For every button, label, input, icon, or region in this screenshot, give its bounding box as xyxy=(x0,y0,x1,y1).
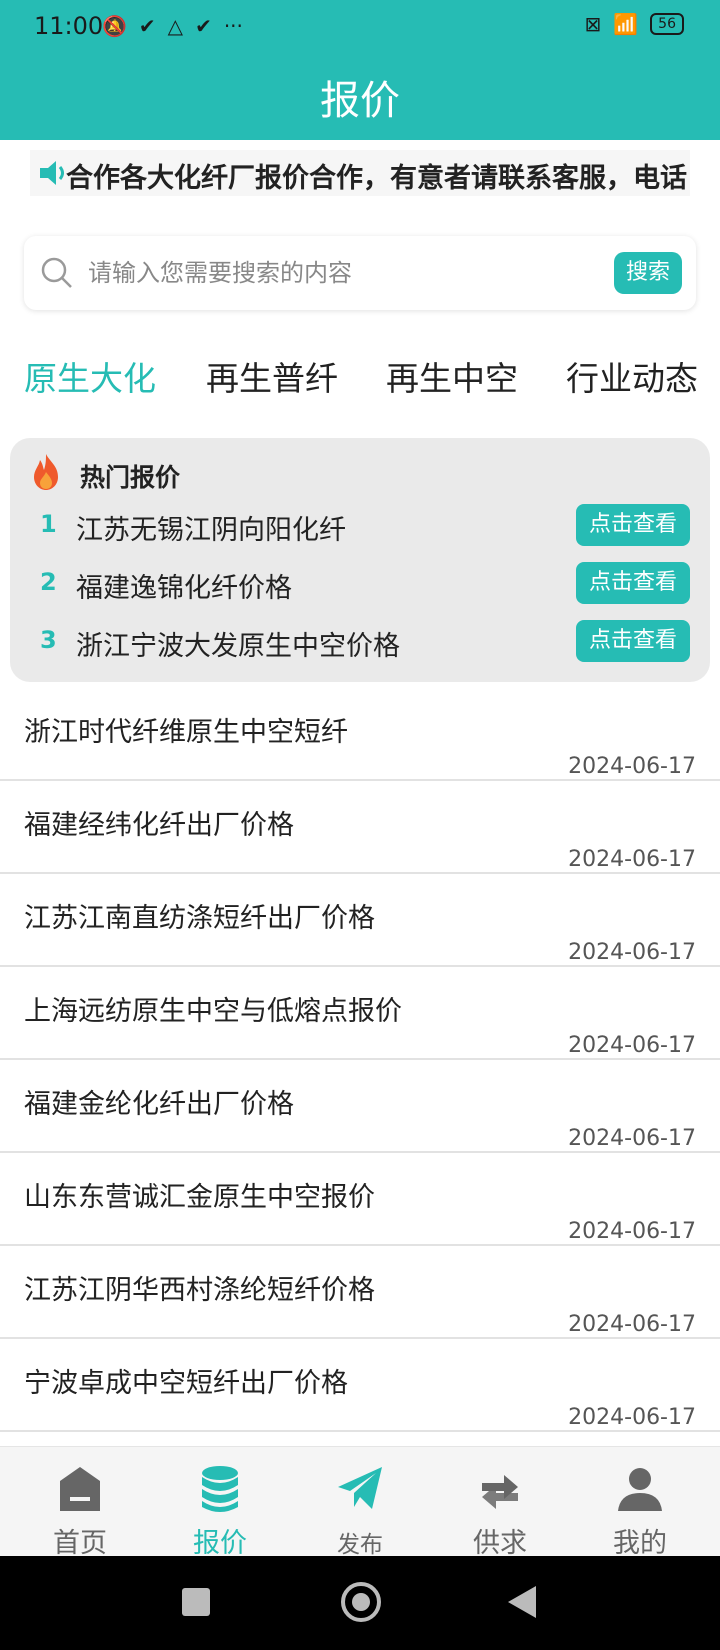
notice-text: 合作各大化纤厂报价合作，有意者请联系客服，电话 xyxy=(66,163,687,194)
hot-quote-row[interactable]: 2 福建逸锦化纤价格 点击查看 xyxy=(10,560,710,608)
page-title: 报价 xyxy=(320,78,400,124)
status-icons: 🔕 ✔ △ ✔ ··· xyxy=(102,12,243,40)
list-item[interactable]: 上海远纺原生中空与低熔点报价 2024-06-17 xyxy=(0,967,720,1060)
hot-quote-title: 浙江宁波大发原生中空价格 xyxy=(76,631,400,662)
list-item-title: 宁波卓成中空短纤出厂价格 xyxy=(24,1368,348,1399)
nav-profile-label: 我的 xyxy=(613,1528,667,1559)
user-icon xyxy=(618,1468,662,1511)
database-icon xyxy=(202,1466,238,1512)
list-item[interactable]: 江苏江南直纺涤短纤出厂价格 2024-06-17 xyxy=(0,874,720,967)
system-nav-bar xyxy=(0,1556,720,1650)
list-item-title: 江苏江阴华西村涤纶短纤价格 xyxy=(24,1275,375,1306)
hot-rank: 2 xyxy=(40,568,57,596)
list-item-title: 江苏江南直纺涤短纤出厂价格 xyxy=(24,903,375,934)
list-item-title: 山东东营诚汇金原生中空报价 xyxy=(24,1182,375,1213)
list-item-title: 福建经纬化纤出厂价格 xyxy=(24,810,294,841)
list-item[interactable]: 福建经纬化纤出厂价格 2024-06-17 xyxy=(0,781,720,874)
list-item-date: 2024-06-17 xyxy=(568,847,696,872)
nav-supply-demand[interactable]: 供求 xyxy=(428,1447,572,1559)
category-tabs: 原生大化 再生普纤 再生中空 行业动态 xyxy=(0,352,720,412)
home-button[interactable] xyxy=(341,1582,381,1622)
nav-quotes-label: 报价 xyxy=(193,1528,247,1559)
search-input[interactable] xyxy=(88,250,598,296)
tab-native[interactable]: 原生大化 xyxy=(24,352,156,400)
check-icon: ✔ xyxy=(138,14,156,38)
hot-quote-row[interactable]: 1 江苏无锡江阴向阳化纤 点击查看 xyxy=(10,502,710,550)
nav-publish[interactable]: 发布 xyxy=(288,1447,432,1558)
list-item-title: 福建金纶化纤出厂价格 xyxy=(24,1089,294,1120)
fire-icon xyxy=(34,454,58,490)
hot-quote-row[interactable]: 3 浙江宁波大发原生中空价格 点击查看 xyxy=(10,618,710,666)
nav-quotes[interactable]: 报价 xyxy=(148,1447,292,1559)
list-item-date: 2024-06-17 xyxy=(568,1405,696,1430)
check-icon: ✔ xyxy=(195,14,212,38)
bottom-nav: 首页 报价 发布 供求 我的 xyxy=(0,1446,720,1559)
hot-rank: 1 xyxy=(40,510,57,538)
list-item-date: 2024-06-17 xyxy=(568,754,696,779)
tab-recycled-hollow[interactable]: 再生中空 xyxy=(386,352,518,400)
nav-publish-label: 发布 xyxy=(337,1532,383,1558)
list-item[interactable]: 山东东营诚汇金原生中空报价 2024-06-17 xyxy=(0,1153,720,1246)
paper-plane-icon xyxy=(338,1467,382,1509)
recent-apps-button[interactable] xyxy=(182,1588,210,1616)
list-item[interactable]: 宁波卓成中空短纤出厂价格 2024-06-17 xyxy=(0,1339,720,1432)
list-item[interactable]: 江苏江阴华西村涤纶短纤价格 2024-06-17 xyxy=(0,1246,720,1339)
list-item-title: 上海远纺原生中空与低熔点报价 xyxy=(24,996,402,1027)
list-item-date: 2024-06-17 xyxy=(568,1312,696,1337)
tab-recycled-regular[interactable]: 再生普纤 xyxy=(206,352,338,400)
home-icon xyxy=(60,1467,100,1511)
list-item-date: 2024-06-17 xyxy=(568,1033,696,1058)
sim-icon: ⊠ xyxy=(584,12,602,36)
wifi-icon: 📶 xyxy=(613,12,639,36)
nav-profile[interactable]: 我的 xyxy=(568,1447,712,1559)
hot-quotes-panel: 热门报价 1 江苏无锡江阴向阳化纤 点击查看 2 福建逸锦化纤价格 点击查看 3… xyxy=(10,438,710,682)
title-bar: 报价 xyxy=(0,52,720,140)
list-item[interactable]: 浙江时代纤维原生中空短纤 2024-06-17 xyxy=(0,688,720,781)
hot-quote-title: 福建逸锦化纤价格 xyxy=(76,573,292,604)
list-item[interactable]: 福建金纶化纤出厂价格 2024-06-17 xyxy=(0,1060,720,1153)
exchange-icon xyxy=(482,1475,518,1509)
list-item-date: 2024-06-17 xyxy=(568,1126,696,1151)
back-button[interactable] xyxy=(508,1586,536,1618)
status-bar: 11:00 🔕 ✔ △ ✔ ··· ⊠ 📶 56 xyxy=(0,0,720,52)
nav-supply-demand-label: 供求 xyxy=(473,1528,527,1559)
tab-industry-news[interactable]: 行业动态 xyxy=(566,352,698,400)
list-item-title: 浙江时代纤维原生中空短纤 xyxy=(24,717,348,748)
warning-icon: △ xyxy=(167,14,184,38)
nav-home[interactable]: 首页 xyxy=(8,1447,152,1559)
view-button[interactable]: 点击查看 xyxy=(576,620,690,662)
view-button[interactable]: 点击查看 xyxy=(576,504,690,546)
notice-marquee[interactable]: 合作各大化纤厂报价合作，有意者请联系客服，电话 xyxy=(30,150,690,196)
list-item-date: 2024-06-17 xyxy=(568,940,696,965)
view-button[interactable]: 点击查看 xyxy=(576,562,690,604)
status-right: ⊠ 📶 56 xyxy=(584,12,684,36)
nav-home-label: 首页 xyxy=(53,1528,107,1559)
battery-icon: 56 xyxy=(650,13,684,35)
hot-quotes-title: 热门报价 xyxy=(80,463,181,492)
status-time: 11:00 xyxy=(34,12,104,40)
hot-rank: 3 xyxy=(40,626,57,654)
more-icon: ··· xyxy=(223,14,243,38)
quote-list: 浙江时代纤维原生中空短纤 2024-06-17 福建经纬化纤出厂价格 2024-… xyxy=(0,688,720,1432)
search-icon xyxy=(41,257,72,288)
search-button[interactable]: 搜索 xyxy=(614,252,682,294)
search-bar: 搜索 xyxy=(24,236,696,310)
hot-quote-title: 江苏无锡江阴向阳化纤 xyxy=(76,515,346,546)
list-item-date: 2024-06-17 xyxy=(568,1219,696,1244)
notification-muted-icon: 🔕 xyxy=(102,14,127,38)
